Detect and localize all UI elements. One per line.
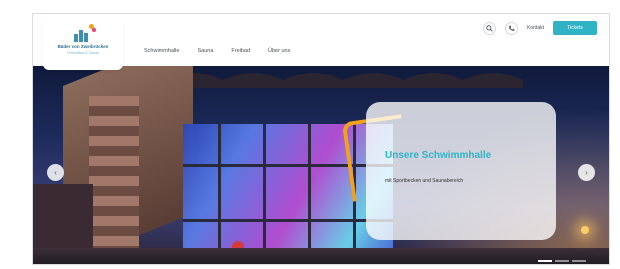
header-tools: Kontakt Tickets bbox=[483, 21, 597, 35]
search-icon bbox=[486, 24, 493, 32]
hero-title: Unsere Schwimmhalle bbox=[385, 150, 492, 161]
hero-card bbox=[366, 102, 556, 240]
nav-item-ueber-uns[interactable]: Über uns bbox=[268, 48, 290, 54]
slider-next-button[interactable]: › bbox=[578, 164, 595, 181]
slider-pagination bbox=[538, 260, 586, 262]
nav-item-freibad[interactable]: Freibad bbox=[231, 48, 250, 54]
building-facade bbox=[89, 96, 139, 264]
street-lamp bbox=[581, 226, 589, 234]
ground bbox=[33, 248, 609, 264]
slider-dot-3[interactable] bbox=[572, 260, 586, 262]
browser-page: Bäder von Zweibrücken Freizeitbad & Saun… bbox=[32, 13, 610, 265]
chevron-left-icon: ‹ bbox=[54, 168, 57, 177]
site-logo[interactable]: Bäder von Zweibrücken Freizeitbad & Saun… bbox=[43, 20, 123, 70]
nav-item-sauna[interactable]: Sauna bbox=[197, 48, 213, 54]
phone-button[interactable] bbox=[505, 21, 519, 35]
logo-name: Bäder von Zweibrücken bbox=[57, 44, 109, 49]
slider-dot-1[interactable] bbox=[538, 260, 552, 262]
site-header: Bäder von Zweibrücken Freizeitbad & Saun… bbox=[33, 14, 609, 70]
hero-subtitle: mit Sportbecken und Saunabereich bbox=[385, 178, 464, 184]
phone-icon bbox=[509, 25, 515, 31]
slider-prev-button[interactable]: ‹ bbox=[47, 164, 64, 181]
search-button[interactable] bbox=[483, 21, 497, 35]
chevron-right-icon: › bbox=[585, 168, 588, 177]
main-nav: Schwimmhalle Sauna Freibad Über uns bbox=[144, 48, 290, 54]
slider-dot-2[interactable] bbox=[555, 260, 569, 262]
tickets-button[interactable]: Tickets bbox=[553, 21, 597, 35]
logo-mark-icon bbox=[70, 24, 96, 42]
hero-slider: Unsere Schwimmhalle mit Sportbecken und … bbox=[33, 66, 609, 264]
logo-tagline: Freizeitbad & Sauna bbox=[67, 51, 99, 55]
kontakt-link[interactable]: Kontakt bbox=[527, 25, 544, 31]
nav-item-schwimmhalle[interactable]: Schwimmhalle bbox=[144, 48, 179, 54]
